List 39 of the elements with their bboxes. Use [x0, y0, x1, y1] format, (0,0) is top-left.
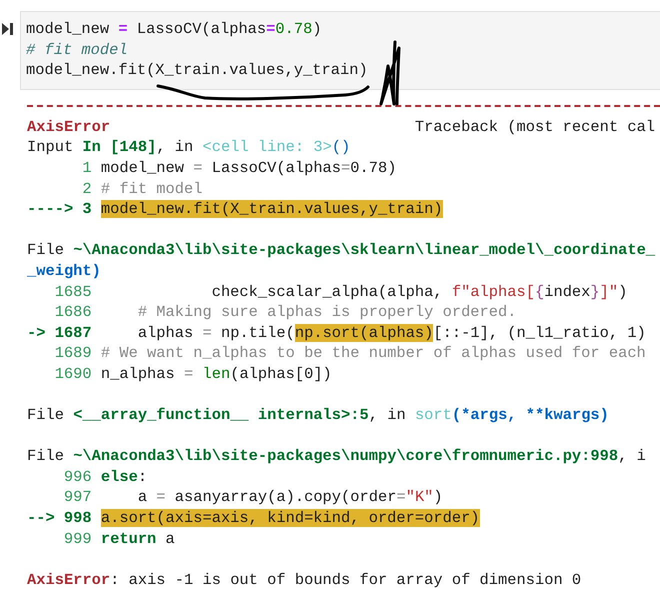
code-line: n_alphas = len(alphas[0]) — [100, 364, 332, 384]
traceback-line: _weight) — [27, 260, 102, 282]
line-number: 1689 — [54, 343, 92, 364]
code-line: return a — [100, 528, 175, 550]
code-line: # fit model — [100, 178, 202, 200]
line-number: 998 — [64, 508, 92, 529]
line-number: 3 — [82, 199, 92, 220]
line-number: 997 — [64, 487, 92, 508]
code-line: model_new = LassoCV(alphas=0.78) — [100, 158, 396, 179]
arrow-marker: -> — [27, 322, 46, 344]
line-number: 999 — [64, 528, 92, 550]
scribble-stroke — [380, 40, 400, 106]
traceback-line: File ~\Anaconda3\lib\site-packages\sklearn\linear_model\_coordinate_ — [27, 240, 656, 261]
code-line: model_new = LassoCV(alphas=0.78) — [26, 19, 323, 40]
traceback-line: File <__array_function__ internals>:5, in sort(*args, **kwargs) — [27, 405, 610, 426]
code-line: # Making sure alphas is properly ordered. — [136, 302, 516, 323]
code-line: a = asanyarray(a).copy(order="K") — [136, 487, 443, 508]
arrow-marker: ----> — [27, 199, 74, 220]
line-number: 1690 — [54, 364, 92, 384]
code-line: else: — [100, 466, 148, 488]
code-cell[interactable]: model_new = LassoCV(alphas=0.78) # fit model model_new.fit(X_train.values,y_train) — [20, 11, 660, 90]
error-name: AxisError — [27, 116, 112, 138]
traceback-line: File ~\Anaconda3\lib\site-packages\numpy\core\fromnumeric.py:998, i — [27, 446, 647, 467]
line-number: 1686 — [54, 302, 92, 323]
code-line: model_new.fit(X_train.values,y_train) — [26, 60, 369, 81]
run-cell-icon[interactable] — [2, 22, 13, 35]
traceback-line: Input In [148], in <cell line: 3>() — [27, 137, 352, 158]
code-line: check_scalar_alpha(alpha, f"alphas[{index}]") — [210, 282, 628, 302]
code-line: # We want n_alphas to be the number of alphas used for each — [100, 343, 646, 364]
line-number: 1 — [82, 158, 92, 179]
line-number: 996 — [64, 466, 92, 488]
line-number: 1687 — [54, 322, 92, 344]
line-number: 2 — [82, 178, 92, 200]
arrow-marker: --> — [27, 508, 55, 529]
line-number: 1685 — [54, 282, 92, 302]
code-line: # fit model — [26, 40, 129, 60]
traceback-line: AxisError: axis -1 is out of bounds for array of dimension 0 — [27, 570, 582, 589]
traceback-label: Traceback (most recent cal — [414, 116, 656, 138]
code-line: alphas = np.tile(np.sort(alphas)[::-1], (n_l1_ratio, 1) — [136, 322, 646, 344]
